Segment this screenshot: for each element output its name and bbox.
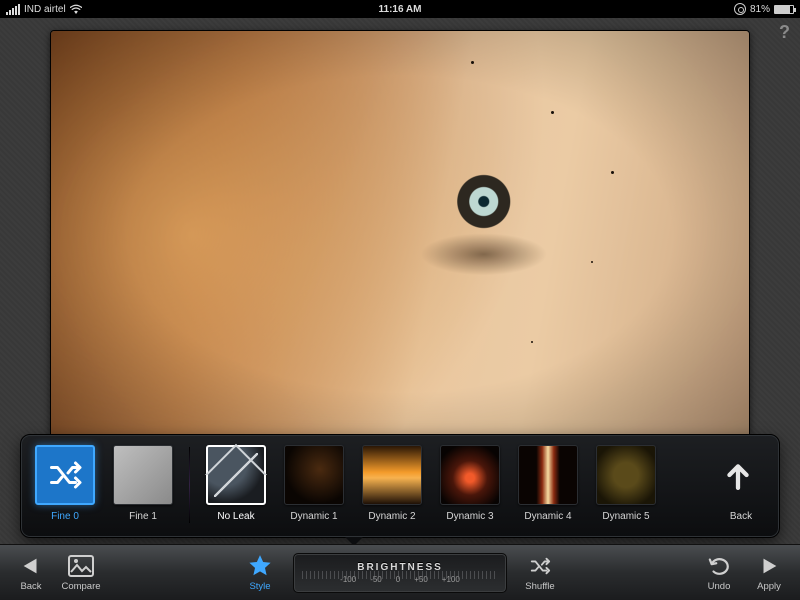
toolbar-label: Back xyxy=(20,581,41,592)
orientation-lock-icon xyxy=(734,3,746,15)
photo-canvas[interactable] xyxy=(50,30,750,438)
shuffle-button[interactable]: Shuffle xyxy=(515,553,565,592)
battery-icon xyxy=(774,5,794,14)
undo-button[interactable]: Undo xyxy=(694,553,744,592)
toolbar-label: Apply xyxy=(757,581,781,592)
compare-button[interactable]: Compare xyxy=(56,553,106,592)
back-triangle-icon xyxy=(20,555,42,577)
style-fine1[interactable]: Fine 1 xyxy=(111,445,175,522)
toolbar-label: Undo xyxy=(708,581,731,592)
star-icon xyxy=(247,553,273,579)
photo-image xyxy=(51,31,749,437)
style-shuffle-fine0[interactable]: Fine 0 xyxy=(33,445,97,522)
style-label: Fine 0 xyxy=(33,511,97,522)
shuffle-icon xyxy=(527,555,553,577)
signal-icon xyxy=(6,4,20,15)
style-strip-back-button[interactable]: Back xyxy=(715,445,767,522)
style-dynamic2[interactable]: Dynamic 2 xyxy=(360,445,424,522)
style-button[interactable]: Style xyxy=(235,553,285,592)
battery-pct-label: 81% xyxy=(750,4,770,15)
picture-icon xyxy=(68,555,94,577)
style-dynamic5[interactable]: Dynamic 5 xyxy=(594,445,658,522)
style-dynamic1[interactable]: Dynamic 1 xyxy=(282,445,346,522)
clock-label: 11:16 AM xyxy=(0,4,800,15)
wifi-icon xyxy=(70,4,82,14)
apply-button[interactable]: Apply xyxy=(744,553,794,592)
style-label: Dynamic 1 xyxy=(282,511,346,522)
status-left: IND airtel xyxy=(6,4,82,15)
style-label: Dynamic 4 xyxy=(516,511,580,522)
style-label: Dynamic 5 xyxy=(594,511,658,522)
slider-ticks xyxy=(302,571,498,579)
help-button[interactable]: ? xyxy=(779,22,790,43)
style-no-leak[interactable]: No Leak xyxy=(204,445,268,522)
back-label: Back xyxy=(715,511,767,522)
style-label: Fine 1 xyxy=(111,511,175,522)
shuffle-icon xyxy=(47,457,83,493)
style-label: Dynamic 2 xyxy=(360,511,424,522)
divider xyxy=(189,447,190,523)
style-label: Dynamic 3 xyxy=(438,511,502,522)
toolbar-label: Compare xyxy=(61,581,100,592)
toolbar-label: Shuffle xyxy=(525,581,554,592)
arrow-up-icon xyxy=(725,460,751,490)
style-dynamic4[interactable]: Dynamic 4 xyxy=(516,445,580,522)
toolbar-label: Style xyxy=(249,581,270,592)
style-label: No Leak xyxy=(204,511,268,522)
style-dynamic3[interactable]: Dynamic 3 xyxy=(438,445,502,522)
app-frame: ? Fine 0 Fine 1 No Leak Dynamic 1 D xyxy=(0,18,800,600)
undo-icon xyxy=(707,555,731,577)
forward-triangle-icon xyxy=(758,555,780,577)
status-right: 81% xyxy=(734,3,794,15)
status-bar: IND airtel 11:16 AM 81% xyxy=(0,0,800,18)
carrier-label: IND airtel xyxy=(24,4,66,15)
bottom-toolbar: Back Compare Style BRIGHTNESS -100 -50 0… xyxy=(0,544,800,600)
back-button[interactable]: Back xyxy=(6,553,56,592)
style-strip: Fine 0 Fine 1 No Leak Dynamic 1 Dynamic … xyxy=(20,434,780,538)
brightness-slider[interactable]: BRIGHTNESS -100 -50 0 +50 +100 xyxy=(293,553,507,593)
